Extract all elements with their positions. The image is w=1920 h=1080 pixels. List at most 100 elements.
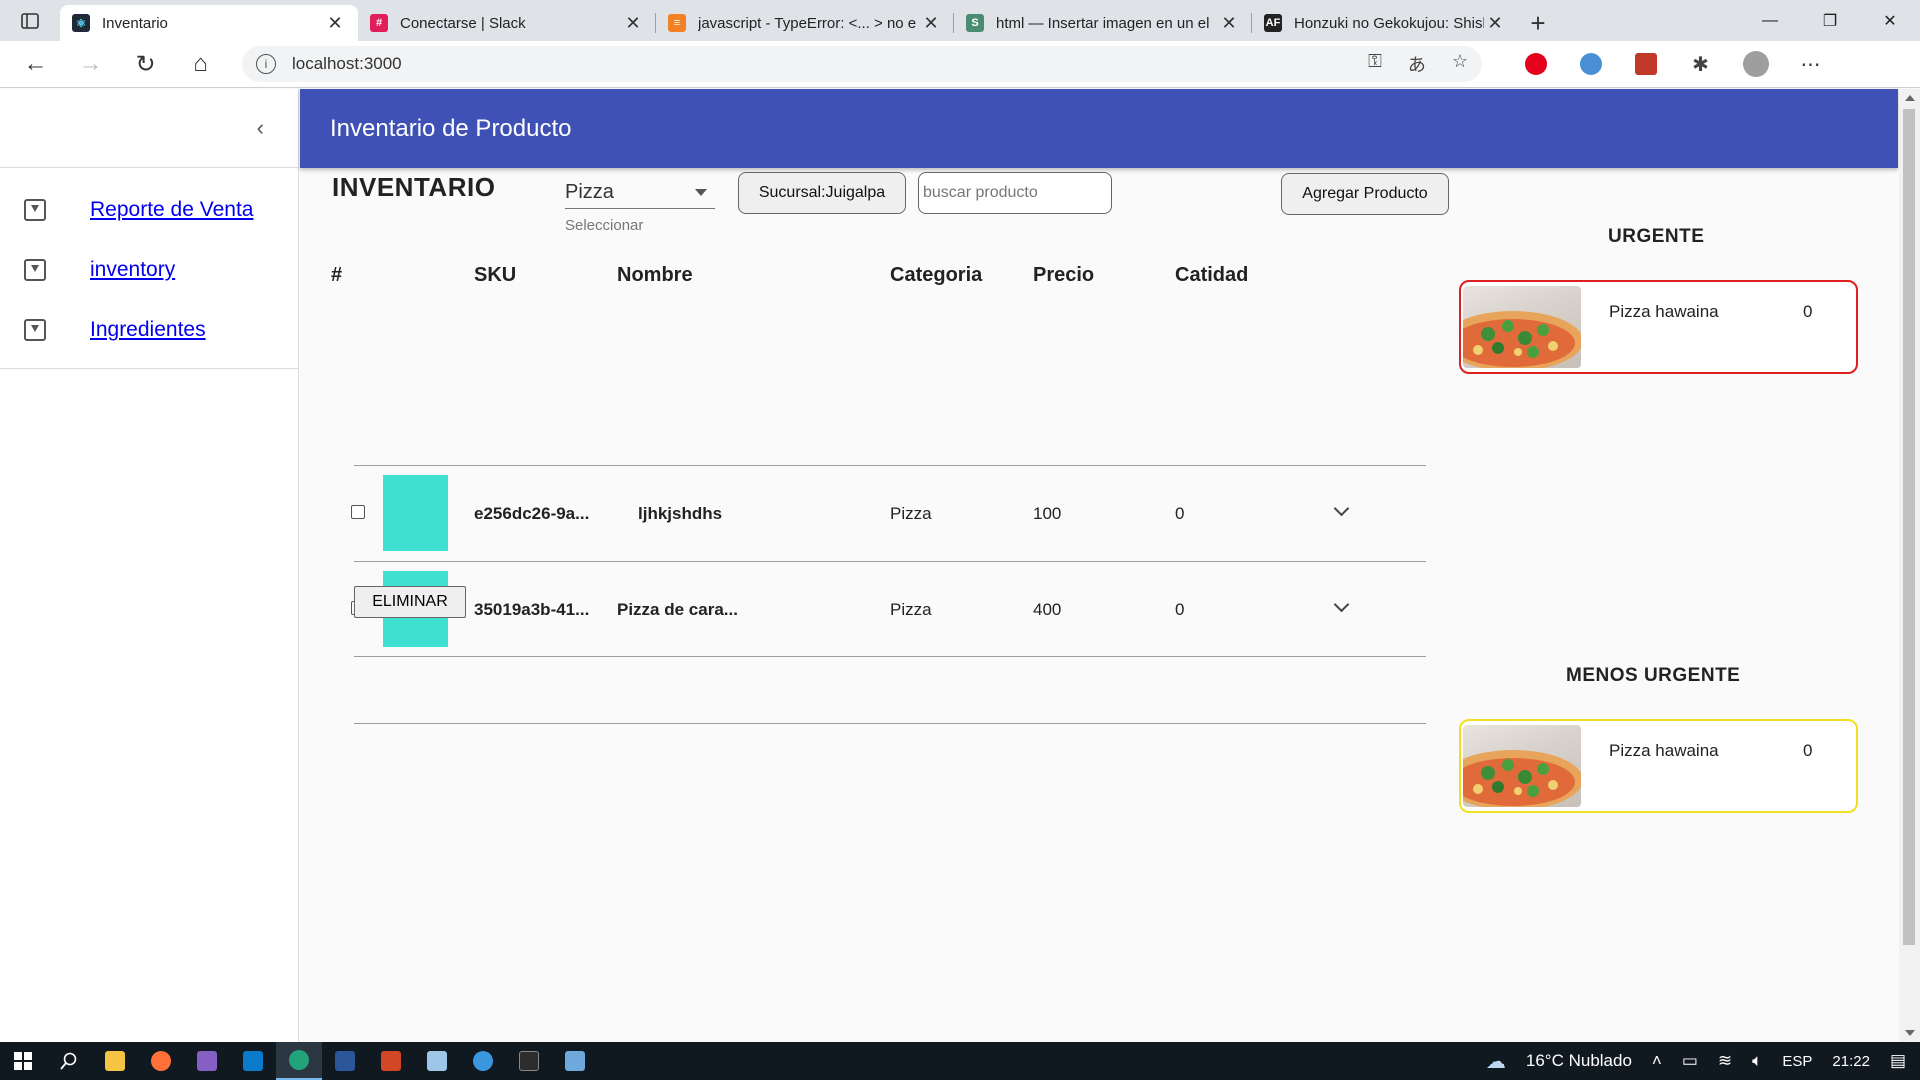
category-select[interactable]: Pizza — [565, 176, 715, 209]
close-tab-icon[interactable]: ✕ — [920, 13, 942, 34]
browser-tab-stackoverflow[interactable]: ≡ javascript - TypeError: <... > no e ✕ — [656, 5, 954, 41]
tab-title: html — Insertar imagen en un el — [996, 14, 1210, 32]
profile-avatar[interactable] — [1728, 41, 1783, 88]
translate-icon[interactable]: あ — [1408, 51, 1426, 77]
word-icon[interactable] — [322, 1042, 368, 1080]
row-checkbox[interactable] — [351, 505, 365, 519]
extension-red-icon[interactable] — [1618, 41, 1673, 88]
close-tab-icon[interactable]: ✕ — [324, 13, 346, 34]
vscode-icon[interactable] — [230, 1042, 276, 1080]
sidebar-link-label[interactable]: Reporte de Venta — [90, 198, 253, 222]
browser-tab-bar: ⚛ Inventario ✕ # Conectarse | Slack ✕ ≡ … — [0, 0, 1920, 41]
tab-actions-button[interactable] — [0, 0, 60, 41]
new-tab-button[interactable]: + — [1518, 5, 1558, 41]
reload-button[interactable]: ↻ — [118, 41, 173, 88]
delete-button[interactable]: ELIMINAR — [354, 586, 466, 618]
cell-sku: e256dc26-9a... — [474, 504, 590, 523]
chevron-left-icon: ‹ — [256, 115, 264, 140]
search-icon[interactable] — [46, 1042, 92, 1080]
cell-qty: 0 — [1175, 600, 1185, 619]
col-header-precio: Precio — [1033, 264, 1095, 286]
expand-chevron-icon[interactable] — [1333, 596, 1350, 613]
key-icon[interactable]: ⚿ — [1368, 51, 1382, 77]
sidebar-item-ingredientes[interactable]: Ingredientes — [0, 300, 298, 360]
windows-taskbar: ☁ 16°C Nublado ˄ ▭ ≋ 🔈︎ ESP 21:22 ▤ — [0, 1042, 1920, 1080]
tab-actions-icon — [21, 12, 39, 29]
wifi-icon[interactable]: ≋ — [1718, 1051, 1732, 1071]
col-header-categoria: Categoria — [890, 264, 983, 286]
back-button[interactable]: ← — [8, 41, 63, 88]
app-icon[interactable] — [414, 1042, 460, 1080]
windows-logo-icon — [14, 1052, 32, 1070]
remote-desktop-icon[interactable] — [552, 1042, 598, 1080]
less-urgent-item-name: Pizza hawaina — [1609, 741, 1719, 760]
minimize-button[interactable]: — — [1740, 12, 1800, 30]
chevron-up-icon[interactable]: ˄ — [1652, 1051, 1662, 1071]
clock[interactable]: 21:22 — [1832, 1053, 1870, 1070]
language-indicator[interactable]: ESP — [1782, 1053, 1812, 1070]
sidebar-item-reporte-venta[interactable]: Reporte de Venta — [0, 180, 298, 240]
pizza-image — [1463, 725, 1581, 807]
opera-extension-icon[interactable] — [1508, 41, 1563, 88]
move-to-inbox-icon — [24, 199, 46, 221]
sidebar-link-label[interactable]: inventory — [90, 258, 175, 282]
cell-category: Pizza — [890, 504, 932, 523]
close-tab-icon[interactable]: ✕ — [1218, 13, 1240, 34]
cell-qty: 0 — [1175, 504, 1185, 523]
extensions-puzzle-icon[interactable]: ✱ — [1673, 41, 1728, 88]
scroll-down-icon[interactable] — [1905, 1030, 1915, 1036]
browser-tab-html[interactable]: S html — Insertar imagen en un el ✕ — [954, 5, 1252, 41]
cell-sku: 35019a3b-41... — [474, 600, 590, 619]
window-controls: — ❐ ✕ — [1740, 0, 1920, 41]
expand-chevron-icon[interactable] — [1333, 500, 1350, 517]
volume-icon[interactable]: 🔈︎ — [1752, 1051, 1762, 1071]
restore-button[interactable]: ❐ — [1800, 11, 1860, 31]
stackoverflow-icon: ≡ — [668, 14, 686, 32]
more-menu-icon[interactable]: ⋯ — [1783, 41, 1838, 88]
home-button[interactable]: ⌂ — [173, 41, 228, 88]
less-urgent-card[interactable]: Pizza hawaina 0 — [1459, 719, 1858, 813]
page-scrollbar[interactable] — [1899, 89, 1920, 1042]
category-select-value: Pizza — [565, 180, 614, 203]
edge-dev-icon[interactable] — [460, 1042, 506, 1080]
branch-button[interactable]: Sucursal:Juigalpa — [738, 172, 906, 214]
close-tab-icon[interactable]: ✕ — [622, 13, 644, 34]
address-field[interactable]: i localhost:3000 ⚿ あ ☆ — [242, 46, 1482, 82]
file-explorer-icon[interactable] — [92, 1042, 138, 1080]
sidebar-item-inventory[interactable]: inventory — [0, 240, 298, 300]
firefox-icon[interactable] — [138, 1042, 184, 1080]
visual-studio-icon[interactable] — [184, 1042, 230, 1080]
browser-tab-inventario[interactable]: ⚛ Inventario ✕ — [60, 5, 358, 41]
site-info-icon[interactable]: i — [256, 54, 276, 74]
add-product-button[interactable]: Agregar Producto — [1281, 173, 1449, 215]
urgent-title: URGENTE — [1608, 226, 1705, 247]
less-urgent-item-qty: 0 — [1803, 741, 1813, 760]
terminal-icon[interactable] — [506, 1042, 552, 1080]
cell-name: Pizza de cara... — [617, 600, 738, 619]
search-input[interactable] — [918, 172, 1112, 214]
collapse-sidebar-button[interactable]: ‹ — [0, 89, 298, 168]
start-button[interactable] — [0, 1042, 46, 1080]
battery-icon[interactable]: ▭ — [1682, 1051, 1698, 1071]
weather-text[interactable]: 16°C Nublado — [1526, 1051, 1632, 1071]
sidebar-link-label[interactable]: Ingredientes — [90, 318, 206, 342]
forward-button[interactable]: → — [63, 41, 118, 88]
notification-icon[interactable]: ▤ — [1890, 1051, 1906, 1071]
scrollbar-thumb[interactable] — [1903, 109, 1915, 945]
move-to-inbox-icon — [24, 259, 46, 281]
browser-tab-slack[interactable]: # Conectarse | Slack ✕ — [358, 5, 656, 41]
category-helper-text: Seleccionar — [565, 217, 644, 234]
table-row: 35019a3b-41... Pizza de cara... Pizza 40… — [324, 561, 1426, 657]
powerpoint-icon[interactable] — [368, 1042, 414, 1080]
cell-name: ljhkjshdhs — [638, 504, 723, 523]
favorite-add-icon[interactable]: ☆ — [1452, 51, 1468, 77]
edge-icon[interactable] — [276, 1042, 322, 1080]
close-window-button[interactable]: ✕ — [1860, 11, 1920, 31]
urgent-card[interactable]: Pizza hawaina 0 — [1459, 280, 1858, 374]
slack-icon: # — [370, 14, 388, 32]
browser-tab-honzuki[interactable]: AF Honzuki no Gekokujou: Shisho n ✕ — [1252, 5, 1518, 41]
extension-blue-icon[interactable] — [1563, 41, 1618, 88]
close-tab-icon[interactable]: ✕ — [1484, 13, 1506, 34]
scroll-up-icon[interactable] — [1905, 95, 1915, 101]
move-to-inbox-icon — [24, 319, 46, 341]
